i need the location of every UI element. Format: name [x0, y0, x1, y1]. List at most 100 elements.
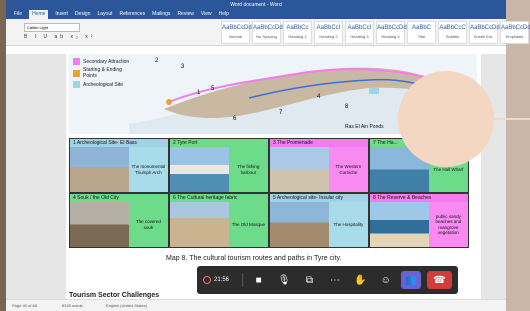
attraction-description: The covered souk: [128, 202, 168, 247]
attraction-description: The monumental Triumph Arch: [128, 147, 168, 192]
style-name: Heading 2: [319, 34, 338, 39]
attraction-header: 1 Archeological Site- El Bass: [70, 139, 168, 147]
tab-references[interactable]: References: [120, 10, 146, 19]
attraction-number: 4: [73, 195, 76, 201]
attraction-header: 2 Tyre Port: [170, 139, 268, 147]
camera-button[interactable]: ■: [249, 271, 268, 289]
style-name: Heading 4: [381, 34, 400, 39]
attraction-number: 2: [173, 140, 176, 146]
tab-mailings[interactable]: Mailings: [152, 10, 170, 19]
share-screen-button[interactable]: ⧉: [300, 271, 319, 289]
word-count[interactable]: 8345 words: [62, 303, 83, 308]
camera-icon: ■: [255, 274, 262, 286]
attraction-number: 5: [273, 195, 276, 201]
recording-timer: 21:56: [203, 276, 236, 284]
style-preview: AaBbCcDd: [222, 25, 252, 31]
ribbon-home: Calibri Light B I U ab x₂ x² AaBbCcDd Nor…: [6, 19, 530, 46]
attraction-title: Archeological Site- El Bass: [76, 140, 137, 146]
style-heading-4[interactable]: AaBbCcDd Heading 4: [376, 21, 407, 44]
ribbon-tabs: File Home Insert Design Layout Reference…: [6, 10, 506, 19]
map-legend: Secondary Attraction Starting & Ending P…: [73, 58, 133, 90]
tab-view[interactable]: View: [201, 10, 212, 19]
attraction-cell: 4 Souk / the Old City The covered souk: [70, 194, 168, 247]
attraction-photo: [270, 147, 329, 192]
font-name-select[interactable]: Calibri Light: [24, 23, 80, 32]
microphone-icon: 🎙: [277, 274, 291, 286]
legend-item: Starting & Ending Points: [73, 67, 133, 79]
format-buttons[interactable]: B I U ab x₂ x²: [24, 34, 95, 40]
attraction-title: The Promenade: [277, 140, 313, 146]
raise-hand-button[interactable]: ✋: [351, 271, 370, 289]
legend-swatch: [73, 69, 80, 77]
attraction-cell: 8 The Reserve & Beaches public sandy bea…: [370, 194, 468, 247]
style-name: Emphasis: [505, 34, 524, 39]
attraction-title: Souk / the Old City: [77, 195, 119, 201]
style-title[interactable]: AaBbC Title: [407, 21, 436, 44]
style-preview: AaBbCcDd: [253, 25, 283, 31]
tab-file[interactable]: File: [14, 10, 22, 19]
hand-icon: ✋: [354, 274, 367, 286]
attraction-grid: 1 Archeological Site- El Bass The monume…: [69, 138, 469, 248]
attraction-photo: [170, 202, 229, 247]
attraction-cell: 5 Archeological site- Insular city The H…: [270, 194, 368, 247]
attraction-cell: 6 The Cultural heritage fabric The Old M…: [170, 194, 268, 247]
microphone-button[interactable]: 🎙: [274, 271, 293, 289]
section-heading: Tourism Sector Challenges: [69, 292, 160, 299]
attraction-title: The Reserve & Beaches: [377, 195, 432, 201]
style-subtitle[interactable]: AaBbCcC Subtitle: [438, 21, 467, 44]
style-preview: AaBbCc: [286, 25, 309, 31]
legend-swatch: [73, 81, 80, 88]
attraction-number: 6: [173, 195, 176, 201]
style-heading-1[interactable]: AaBbCc Heading 1: [283, 21, 312, 44]
legend-swatch: [73, 58, 80, 65]
people-icon: 👥: [404, 274, 418, 286]
style-no-spacing[interactable]: AaBbCcDd No Spacing: [252, 21, 283, 44]
hang-up-icon: ☎: [433, 274, 446, 286]
end-call-button[interactable]: ☎: [426, 271, 453, 289]
tab-review[interactable]: Review: [177, 10, 193, 19]
attraction-photo: [170, 147, 229, 192]
attraction-description: The Western Corniche: [328, 147, 368, 192]
attraction-title: The Ha...: [377, 140, 398, 146]
style-preview: AaBbCcC: [439, 25, 466, 31]
tab-insert[interactable]: Insert: [55, 10, 68, 19]
legend-item: Archeological Site: [73, 81, 133, 88]
style-name: Title: [417, 34, 426, 39]
attraction-photo: [70, 202, 129, 247]
legend-label: Starting & Ending Points: [83, 67, 122, 79]
more-options-button[interactable]: ⋯: [325, 271, 344, 289]
style-name: Heading 1: [288, 34, 307, 39]
attraction-header: 5 Archeological site- Insular city: [270, 194, 368, 202]
attraction-title: Archeological site- Insular city: [276, 195, 344, 201]
style-heading-3[interactable]: AaBbCcI Heading 3: [345, 21, 374, 44]
attraction-photo: [70, 147, 129, 192]
style-name: No Spacing: [256, 34, 277, 39]
attraction-number: 3: [273, 140, 276, 146]
participants-button[interactable]: 👥: [401, 271, 421, 289]
language-indicator[interactable]: English (United States): [106, 303, 147, 308]
tab-layout[interactable]: Layout: [98, 10, 113, 19]
attraction-number: 7: [373, 140, 376, 146]
attraction-title: Tyre Port: [177, 140, 198, 146]
reactions-button[interactable]: ☺: [376, 271, 395, 289]
map-marker-3: 3: [181, 64, 185, 70]
style-preview: AaBbCcI: [347, 25, 372, 31]
style-preview: AaBbCcDd: [470, 25, 500, 31]
start-point: [166, 99, 172, 105]
page-count[interactable]: Page 40 of 68: [12, 303, 37, 308]
attraction-description: The fishing harbour: [228, 147, 268, 192]
style-heading-2[interactable]: AaBbCcI Heading 2: [314, 21, 343, 44]
attraction-header: 3 The Promenade: [270, 139, 368, 147]
attraction-description: The Old Mosque: [228, 202, 268, 247]
style-subtle-emphasis[interactable]: AaBbCcDd Subtle Em.: [469, 21, 500, 44]
timer-text: 21:56: [214, 277, 230, 283]
tab-help[interactable]: Help: [219, 10, 229, 19]
attraction-cell: 2 Tyre Port The fishing harbour: [170, 139, 268, 192]
figure-caption: Map 8. The cultural tourism routes and p…: [166, 255, 342, 262]
attraction-cell: 1 Archeological Site- El Bass The monume…: [70, 139, 168, 192]
style-preview: AaBbCcDd: [501, 25, 530, 31]
tab-home[interactable]: Home: [29, 10, 49, 19]
tab-design[interactable]: Design: [75, 10, 91, 19]
style-normal[interactable]: AaBbCcDd Normal: [221, 21, 252, 44]
style-emphasis[interactable]: AaBbCcDd Emphasis: [500, 21, 530, 44]
